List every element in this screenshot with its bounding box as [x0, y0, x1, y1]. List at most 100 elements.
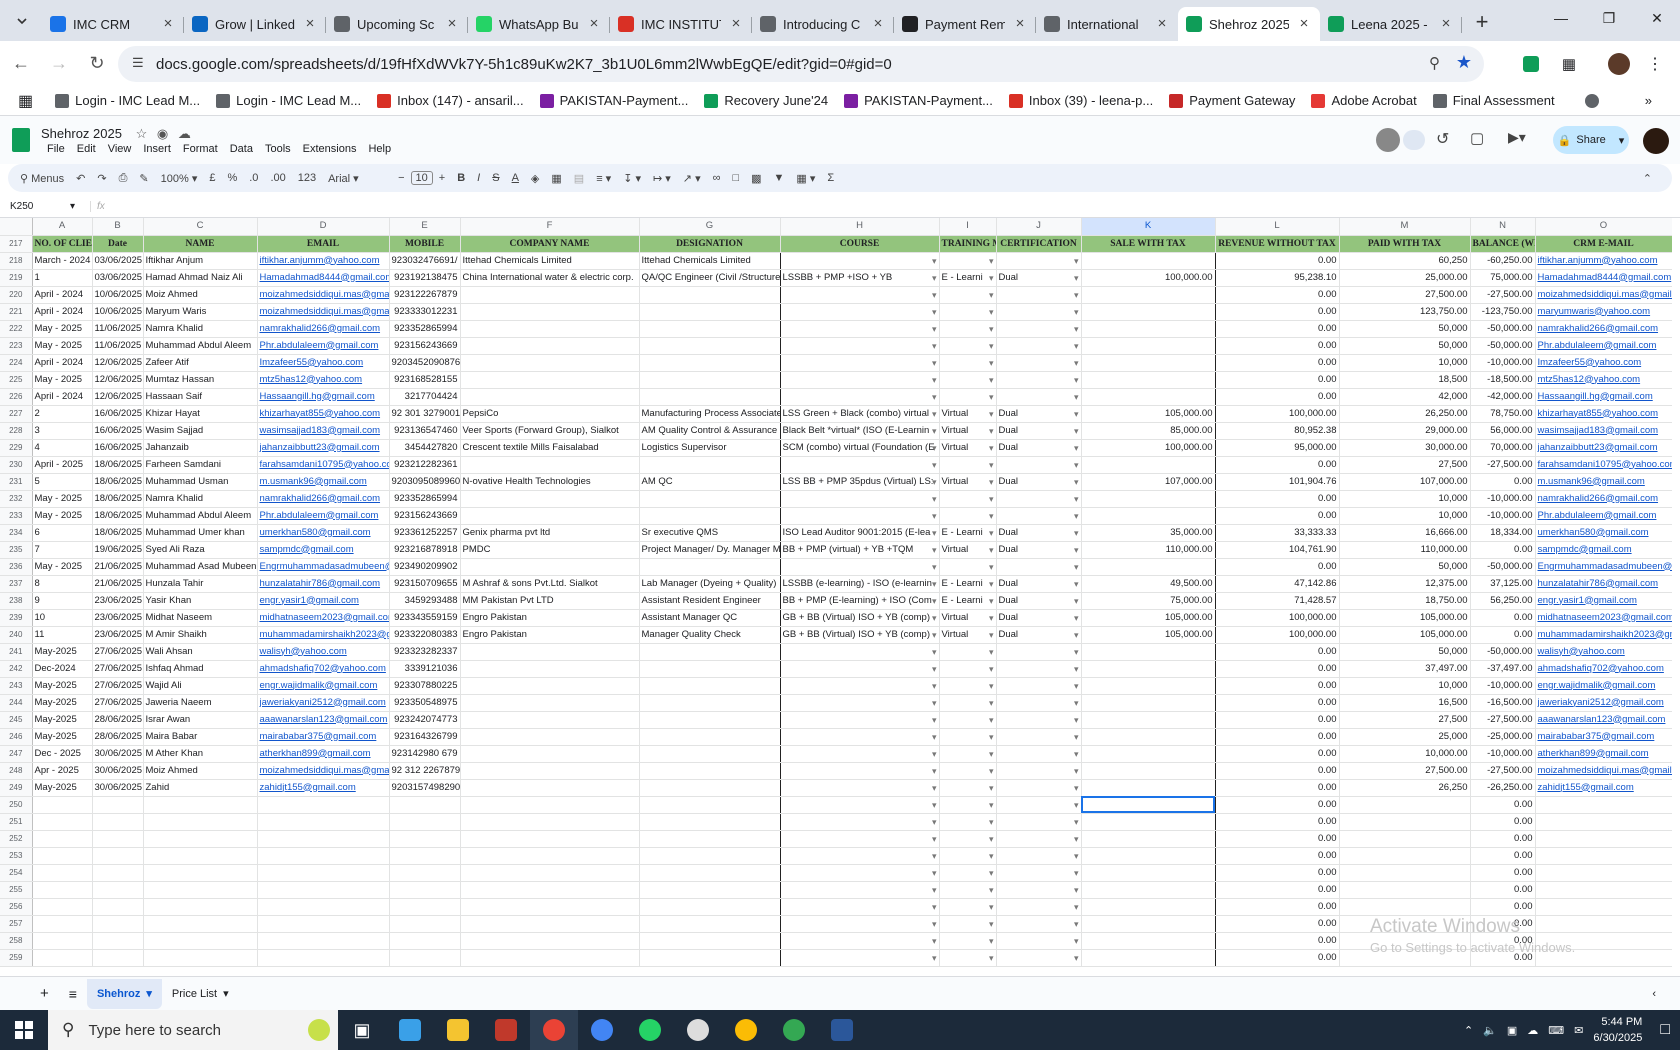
cell[interactable]: -26,250.00 [1470, 779, 1536, 797]
cell[interactable]: ahmadshafiq702@yahoo.com [1535, 660, 1672, 678]
cell[interactable] [939, 881, 997, 899]
cell[interactable]: 50,000 [1339, 320, 1471, 338]
cell[interactable] [780, 711, 940, 729]
cell[interactable] [1535, 932, 1672, 950]
cell[interactable]: Engrmuhammadasadmubeen@gm [1535, 558, 1672, 576]
cell[interactable]: 29,000.00 [1339, 422, 1471, 440]
cell[interactable]: 23/06/2025 [92, 592, 144, 610]
cell[interactable]: Virtual [939, 439, 997, 457]
cell[interactable] [639, 643, 781, 661]
cell[interactable]: hunzalatahir786@gmail.com [257, 575, 390, 593]
cell[interactable]: 0.00 [1470, 473, 1536, 491]
cell[interactable] [780, 694, 940, 712]
cell[interactable] [1081, 490, 1216, 508]
tab-close-icon[interactable]: × [586, 16, 602, 32]
cell[interactable]: 0.00 [1215, 456, 1340, 474]
cell[interactable] [939, 660, 997, 678]
cell[interactable] [460, 881, 640, 899]
cell[interactable]: -18,500.00 [1470, 371, 1536, 389]
cell[interactable]: Black Belt *virtual* (ISO (E-Learnin [780, 422, 940, 440]
cell[interactable]: -10,000.00 [1470, 354, 1536, 372]
cell[interactable]: moizahmedsiddiqui.mas@gmail [257, 762, 390, 780]
cell[interactable] [939, 507, 997, 525]
cell[interactable]: Muhammad Abdul Aleem [143, 507, 258, 525]
cell[interactable] [32, 796, 93, 814]
cell[interactable] [996, 507, 1082, 525]
cell[interactable]: iftikhar.anjumm@yahoo.com [257, 252, 390, 270]
sheet-tab-shehroz[interactable]: Shehroz ▾ [86, 978, 162, 1009]
insert-comment-icon[interactable]: □ [726, 172, 745, 184]
cell[interactable]: 27/06/2025 [92, 660, 144, 678]
cell[interactable] [639, 354, 781, 372]
cell[interactable]: wasimsajjad183@gmail.com [257, 422, 390, 440]
cell[interactable]: PepsiCo [460, 405, 640, 423]
version-history-icon[interactable]: ↺ [1436, 129, 1449, 149]
cell[interactable] [460, 745, 640, 763]
cell[interactable]: 75,000.00 [1470, 269, 1536, 287]
cell[interactable]: wasimsajjad183@gmail.com [1535, 422, 1672, 440]
cell[interactable]: May - 2025 [32, 507, 93, 525]
row-number[interactable]: 225 [0, 371, 33, 389]
cell[interactable]: 923350548975 [389, 694, 461, 712]
cell[interactable]: GB + BB (Virtual) ISO + YB (comp) [780, 626, 940, 644]
cell[interactable]: May-2025 [32, 643, 93, 661]
undo-icon[interactable]: ↶ [70, 172, 91, 185]
whatsapp-icon[interactable] [626, 1010, 674, 1050]
cell[interactable] [639, 286, 781, 304]
action-center-icon[interactable]: □ [1660, 1021, 1670, 1039]
cell[interactable]: 100,000.00 [1215, 609, 1340, 627]
reload-icon[interactable]: ↻ [80, 47, 114, 81]
cell[interactable]: 03/06/2025 [92, 252, 144, 270]
cell[interactable] [996, 286, 1082, 304]
cell[interactable]: 0.00 [1470, 609, 1536, 627]
cell[interactable]: 923361252257 [389, 524, 461, 542]
cell[interactable]: AM QC [639, 473, 781, 491]
bookmark-item[interactable]: Recovery June'24 [696, 88, 836, 114]
cell[interactable]: 95,238.10 [1215, 269, 1340, 287]
cell[interactable]: 27/06/2025 [92, 643, 144, 661]
cell[interactable]: 30/06/2025 [92, 745, 144, 763]
row-number[interactable]: 240 [0, 626, 33, 644]
keyboard-icon[interactable]: ⌨ [1548, 1024, 1564, 1037]
cell[interactable] [639, 728, 781, 746]
cell[interactable] [32, 864, 93, 882]
row-number[interactable]: 231 [0, 473, 33, 491]
cell[interactable]: 107,000.00 [1081, 473, 1216, 491]
cell[interactable]: Namra Khalid [143, 490, 258, 508]
cell[interactable] [257, 898, 390, 916]
cell[interactable] [939, 847, 997, 865]
cell[interactable]: 30/06/2025 [92, 779, 144, 797]
cell[interactable]: 2 [32, 405, 93, 423]
cell[interactable]: 0.00 [1470, 881, 1536, 899]
cell[interactable]: 03/06/2025 [92, 269, 144, 287]
cell[interactable]: 923216878918 [389, 541, 461, 559]
cell[interactable]: 0.00 [1470, 864, 1536, 882]
cell[interactable] [996, 303, 1082, 321]
cell[interactable]: Muhammad Usman [143, 473, 258, 491]
cell[interactable] [460, 490, 640, 508]
cell[interactable]: Veer Sports (Forward Group), Sialkot [460, 422, 640, 440]
cell[interactable] [1081, 286, 1216, 304]
cell[interactable]: GB + BB (Virtual) ISO + YB (comp) [780, 609, 940, 627]
cell[interactable]: farahsamdani10795@yahoo.com [1535, 456, 1672, 474]
row-number[interactable]: 218 [0, 252, 33, 270]
address-bar[interactable]: ☰ docs.google.com/spreadsheets/d/19fHfXd… [118, 46, 1484, 82]
cell[interactable]: March - 2024 [32, 252, 93, 270]
cell[interactable]: 100,000.00 [1215, 405, 1340, 423]
cell[interactable] [639, 864, 781, 882]
cell[interactable] [1535, 830, 1672, 848]
cell[interactable] [939, 932, 997, 950]
cloud-status-icon[interactable]: ☁ [178, 126, 191, 141]
cell[interactable]: 0.00 [1470, 626, 1536, 644]
cell[interactable] [32, 949, 93, 967]
tab-search-icon[interactable] [8, 7, 36, 35]
cell[interactable]: 27,500 [1339, 711, 1471, 729]
cell[interactable]: Hamadahmad8444@gmail.com [1535, 269, 1672, 287]
cell[interactable]: 11/06/2025 [92, 337, 144, 355]
column-title[interactable]: COMPANY NAME [460, 235, 640, 253]
cell[interactable] [639, 490, 781, 508]
bold-icon[interactable]: B [451, 172, 471, 184]
functions-icon[interactable]: Σ [821, 172, 840, 184]
cell[interactable] [257, 932, 390, 950]
cell[interactable]: 0.00 [1215, 796, 1340, 814]
